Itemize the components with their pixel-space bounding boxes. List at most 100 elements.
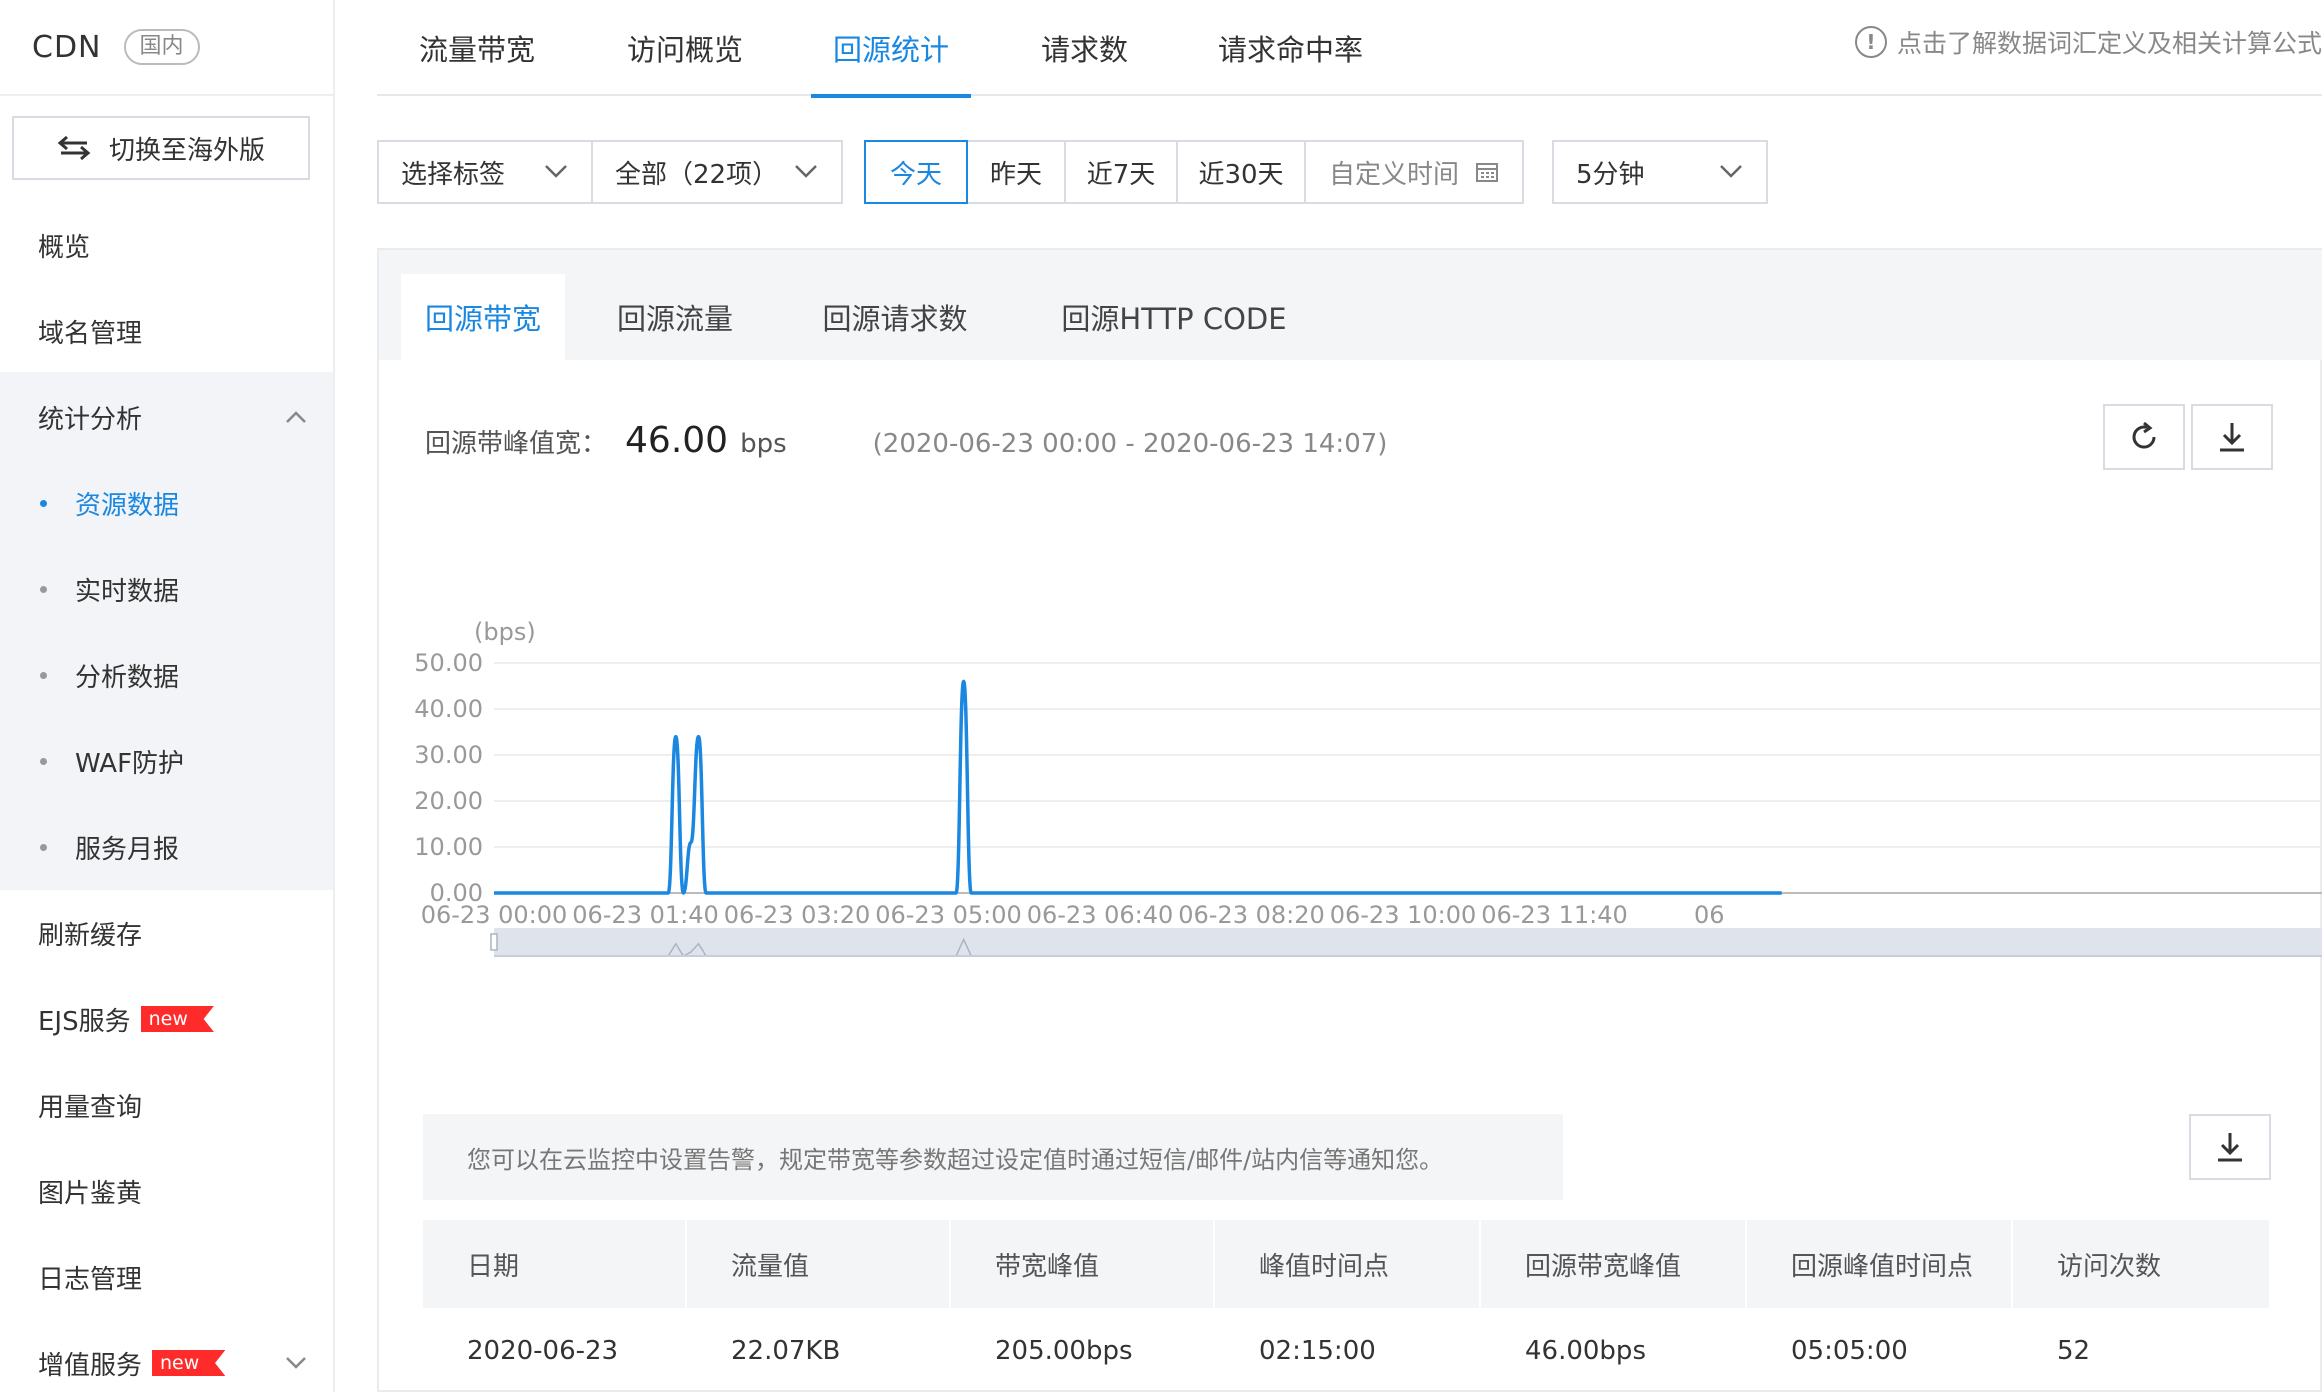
refresh-button[interactable] <box>2103 404 2185 470</box>
sidebar-item-value-added[interactable]: 增值服务 new <box>0 1320 333 1392</box>
x-tick-label: 06-23 05:00 <box>875 901 1022 929</box>
cell-visits: 52 <box>2057 1336 2091 1366</box>
sub-tab-bar: 回源带宽 回源流量 回源请求数 回源HTTP CODE <box>379 250 2322 360</box>
sidebar-item-image-review[interactable]: 图片鉴黄 <box>0 1148 333 1234</box>
cell-origin-bandwidth-peak: 46.00bps <box>1525 1336 1646 1366</box>
switch-overseas-label: 切换至海外版 <box>108 135 265 166</box>
time-range-group: 今天 昨天 近7天 近30天 自定义时间 <box>864 140 1524 204</box>
tab-requests[interactable]: 请求数 <box>1041 0 1128 96</box>
range-7days-button[interactable]: 近7天 <box>1064 140 1178 204</box>
sidebar-item-refresh[interactable]: 刷新缓存 <box>0 890 333 976</box>
peak-label: 回源带峰值宽： <box>425 429 608 459</box>
granularity-value: 5分钟 <box>1576 159 1645 190</box>
y-tick-label: 20.00 <box>414 787 483 815</box>
custom-time-picker[interactable]: 自定义时间 <box>1304 140 1524 204</box>
tab-access-overview[interactable]: 访问概览 <box>627 0 743 96</box>
table-header: 日期 流量值 带宽峰值 峰值时间点 回源带宽峰值 回源峰值时间点 访问次数 <box>423 1220 2271 1308</box>
bullet-icon <box>40 499 47 507</box>
product-title: CDN <box>32 29 102 65</box>
alert-notice: 您可以在云监控中设置告警，规定带宽等参数超过设定值时通过短信/邮件/站内信等通知… <box>423 1114 1563 1200</box>
domain-select[interactable]: 全部（22项） <box>591 140 843 204</box>
x-tick-label: 06-23 03:20 <box>724 901 871 929</box>
sidebar-item-domain[interactable]: 域名管理 <box>0 288 333 374</box>
y-tick-label: 40.00 <box>414 695 483 723</box>
x-tick-label: 06-23 08:20 <box>1178 901 1325 929</box>
cell-origin-peak-time: 05:05:00 <box>1791 1336 1908 1366</box>
swap-icon <box>57 135 91 161</box>
sidebar-item-label: 域名管理 <box>38 318 143 349</box>
sidebar-subitem-analysis[interactable]: 分析数据 <box>0 632 333 718</box>
sidebar-item-ejs[interactable]: EJS服务 new <box>0 976 333 1062</box>
tab-origin-stats[interactable]: 回源统计 <box>810 0 972 98</box>
refresh-icon <box>2132 421 2156 449</box>
chevron-down-icon <box>545 165 567 178</box>
column-header-traffic: 流量值 <box>687 1220 951 1308</box>
sidebar-header: CDN 国内 <box>0 0 333 96</box>
origin-stats-panel: 回源带宽 回源流量 回源请求数 回源HTTP CODE 回源带峰值宽： 46.0… <box>377 248 2322 1392</box>
sidebar-subitem-realtime[interactable]: 实时数据 <box>0 546 333 632</box>
bullet-icon <box>40 671 47 679</box>
table-row: 2020-06-23 22.07KB 205.00bps 02:15:00 46.00b… <box>423 1308 2271 1392</box>
x-tick-label: 06 <box>1694 901 1725 929</box>
x-tick-label: 06-23 11:40 <box>1481 901 1628 929</box>
download-icon <box>2218 1133 2242 1162</box>
origin-bandwidth-chart: (bps)50.0040.0030.0020.0010.000.0006-23 … <box>414 618 2322 957</box>
x-tick-label: 06-23 06:40 <box>1027 901 1174 929</box>
time-range-text: (2020-06-23 00:00 - 2020-06-23 14:07) <box>872 429 1388 459</box>
tag-select-value: 选择标签 <box>401 159 506 190</box>
download-chart-button[interactable] <box>2191 404 2273 470</box>
subtab-origin-http-code[interactable]: 回源HTTP CODE <box>1019 274 1329 360</box>
sidebar-subitem-waf[interactable]: WAF防护 <box>0 718 333 804</box>
y-axis-label: (bps) <box>474 618 536 646</box>
x-tick-label: 06-23 10:00 <box>1330 901 1477 929</box>
download-table-button[interactable] <box>2189 1114 2271 1180</box>
tab-hit-rate[interactable]: 请求命中率 <box>1218 0 1363 96</box>
sidebar-item-overview[interactable]: 概览 <box>0 202 333 288</box>
sidebar-item-usage[interactable]: 用量查询 <box>0 1062 333 1148</box>
series-line <box>494 679 1782 895</box>
chevron-down-icon <box>1720 165 1742 178</box>
peak-summary: 回源带峰值宽： 46.00 bps (2020-06-23 00:00 - 20… <box>425 420 1387 461</box>
peak-unit: bps <box>740 429 787 459</box>
y-tick-label: 10.00 <box>414 833 483 861</box>
alert-notice-text: 您可以在云监控中设置告警，规定带宽等参数超过设定值时通过短信/邮件/站内信等通知… <box>467 1145 1444 1174</box>
cell-traffic: 22.07KB <box>731 1336 841 1366</box>
summary-table: 日期 流量值 带宽峰值 峰值时间点 回源带宽峰值 回源峰值时间点 访问次数 2020-06-… <box>423 1220 2271 1392</box>
bullet-icon <box>40 757 47 765</box>
sidebar-subitem-resource[interactable]: 资源数据 <box>0 460 333 546</box>
sidebar-item-label: 图片鉴黄 <box>38 1178 143 1209</box>
switch-overseas-button[interactable]: 切换至海外版 <box>12 116 310 180</box>
sidebar-subitem-label: 分析数据 <box>75 662 180 693</box>
sidebar-item-stats[interactable]: 统计分析 <box>0 374 333 460</box>
top-tab-bar: 流量带宽 访问概览 回源统计 请求数 请求命中率 ! 点击了解数据词汇定义及相关… <box>377 0 2322 98</box>
sidebar: CDN 国内 切换至海外版 概览 域名管理 统计分析 资源数据 实时数据 分析数… <box>0 0 335 1392</box>
new-badge: new <box>152 1350 226 1376</box>
chevron-down-icon <box>795 165 817 178</box>
range-today-button[interactable]: 今天 <box>864 140 968 204</box>
download-icon <box>2220 423 2244 452</box>
tag-select[interactable]: 选择标签 <box>377 140 593 204</box>
subtab-origin-traffic[interactable]: 回源流量 <box>577 274 773 360</box>
x-tick-label: 06-23 01:40 <box>572 901 719 929</box>
bullet-icon <box>40 585 47 593</box>
sidebar-item-label: 刷新缓存 <box>38 920 143 951</box>
sidebar-subitem-label: WAF防护 <box>75 748 185 779</box>
column-header-origin-peak-time: 回源峰值时间点 <box>1747 1220 2013 1308</box>
granularity-select[interactable]: 5分钟 <box>1552 140 1768 204</box>
region-badge: 国内 <box>123 29 200 65</box>
column-header-origin-bandwidth-peak: 回源带宽峰值 <box>1481 1220 1747 1308</box>
table-body: 2020-06-23 22.07KB 205.00bps 02:15:00 46.00b… <box>423 1308 2271 1392</box>
subtab-origin-requests[interactable]: 回源请求数 <box>783 274 1007 360</box>
sidebar-subitem-monthly[interactable]: 服务月报 <box>0 804 333 890</box>
column-header-peak-time: 峰值时间点 <box>1215 1220 1481 1308</box>
sidebar-item-logs[interactable]: 日志管理 <box>0 1234 333 1320</box>
range-yesterday-button[interactable]: 昨天 <box>966 140 1066 204</box>
subtab-origin-bandwidth[interactable]: 回源带宽 <box>401 274 565 360</box>
calendar-icon <box>1476 163 1498 182</box>
chevron-down-icon <box>286 1357 306 1369</box>
y-tick-label: 30.00 <box>414 741 483 769</box>
definition-hint-link[interactable]: ! 点击了解数据词汇定义及相关计算公式 <box>1854 24 2322 60</box>
range-30days-button[interactable]: 近30天 <box>1176 140 1306 204</box>
tab-traffic-bandwidth[interactable]: 流量带宽 <box>419 0 535 96</box>
zoom-slider-track <box>494 928 2322 956</box>
